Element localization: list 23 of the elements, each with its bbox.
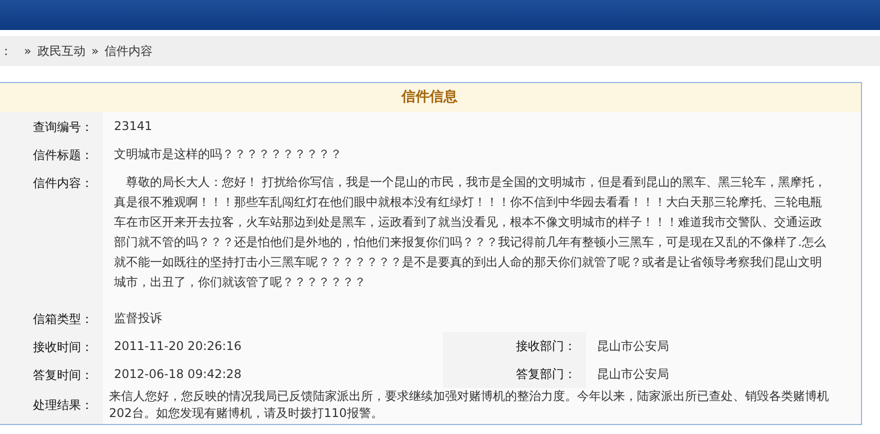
result-text: 来信人您好，您反映的情况我局已反馈陆家派出所，要求继续加强对赌博机的整治力度。今年以来，陆家派出所已查处、销毁各类赌博机202台。如您发现有赌博机，请及时拨打110报警。	[109, 388, 830, 422]
field-label: 接收时间：	[33, 339, 93, 355]
field-value: 昆山市公安局	[597, 338, 669, 355]
field-label: 信件标题：	[33, 147, 93, 163]
panel-title: 信件信息	[402, 88, 458, 107]
field-value: 监督投诉	[114, 310, 162, 327]
field-value: 昆山市公安局	[597, 366, 669, 383]
field-label: 答复部门：	[516, 366, 576, 383]
field-label: 信件内容：	[33, 175, 93, 191]
field-value: 23141	[114, 118, 152, 135]
breadcrumb-link[interactable]: 政民互动	[37, 42, 86, 60]
field-value: 2012-06-18 09:42:28	[114, 366, 242, 383]
field-label: 查询编号：	[33, 119, 93, 135]
field-value: 文明城市是这样的吗？？？？？？？？？？	[114, 146, 342, 163]
breadcrumb-separator: »	[24, 43, 32, 60]
field-value: 2011-11-20 20:26:16	[114, 338, 242, 355]
field-label: 处理结果：	[33, 397, 93, 413]
breadcrumb-text: ：	[0, 43, 12, 60]
field-label: 信箱类型：	[33, 311, 93, 327]
field-label: 接收部门：	[516, 338, 576, 355]
field-label: 答复时间：	[33, 367, 93, 383]
breadcrumb-separator: »	[91, 43, 99, 60]
letter-content: 尊敬的局长大人：您好！ 打扰给你写信，我是一个昆山的市民，我市是全国的文明城市，但是看到昆山的黑车、黑三轮车，黑摩托，真是很不雅观啊！！！那些车乱闯红灯在他们眼中就根本没有红绿灯！！！你不信到中华园去看看！！！大白天那三轮摩托、三轮电瓶车在市区开来开去拉客，火车站那边到处是黑车，运政看到了就当没看见，根本不像文明城市的样子！！！难道我市交警队、交通运政部门就不管的吗？？？还是怕他们是外地的，怕他们来报复你们吗？？？我记得前几年有整顿小三黑车，可是现在又乱的不像样了.怎么就不能一如既往的坚持打击小三黑车呢？？？？？？？是不是要真的到出人命的那天你们就管了呢？或者是让省领导考察我们昆山文明城市，出丑了，你们就该管了呢？？？？？？？	[114, 174, 827, 291]
